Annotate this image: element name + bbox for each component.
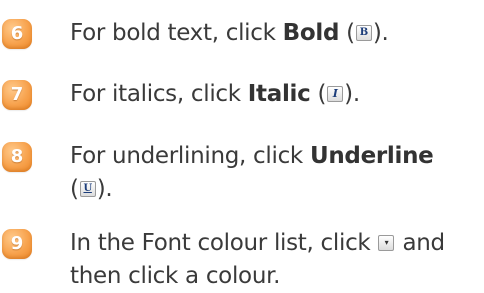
paren-open: ( [339,20,355,46]
instruction-text: For bold text, click [70,20,283,46]
step-number: 8 [10,146,24,167]
paren-open: ( [70,176,79,202]
step-text-line-1: In the Font colour list, click ▾ and [70,227,478,260]
paren-close: ). [344,81,360,107]
command-name: Bold [282,20,340,46]
step-text-line-2: (U). [70,173,478,206]
step-number-badge: 8 [2,142,32,172]
dropdown-arrow-icon: ▾ [378,235,395,251]
underline-icon: U [79,181,96,197]
italic-icon: I [327,86,344,102]
step-text: For italics, click Italic (I). [70,78,478,111]
command-name: Italic [247,81,311,107]
bold-icon: B [355,25,372,41]
step-number: 6 [10,23,24,44]
step-text-line-1: For underlining, click Underline [70,140,478,173]
step-number: 9 [10,233,24,254]
step-number: 7 [10,84,24,105]
step-number-badge: 9 [2,229,32,259]
instruction-text: For underlining, click [70,143,310,169]
paren-close: ). [96,176,113,202]
step-number-badge: 6 [2,19,32,49]
instruction-text: For italics, click [70,81,248,107]
instruction-text-end: and [395,230,445,256]
paren-open: ( [310,81,327,107]
command-name: Underline [309,143,434,169]
instruction-text: then click a colour. [70,263,281,289]
step-text: For bold text, click Bold (B). [70,17,478,50]
paren-close: ). [372,20,389,46]
instruction-text: In the Font colour list, click [70,230,378,256]
step-text-line-2: then click a colour. [70,260,478,293]
step-number-badge: 7 [2,80,32,110]
